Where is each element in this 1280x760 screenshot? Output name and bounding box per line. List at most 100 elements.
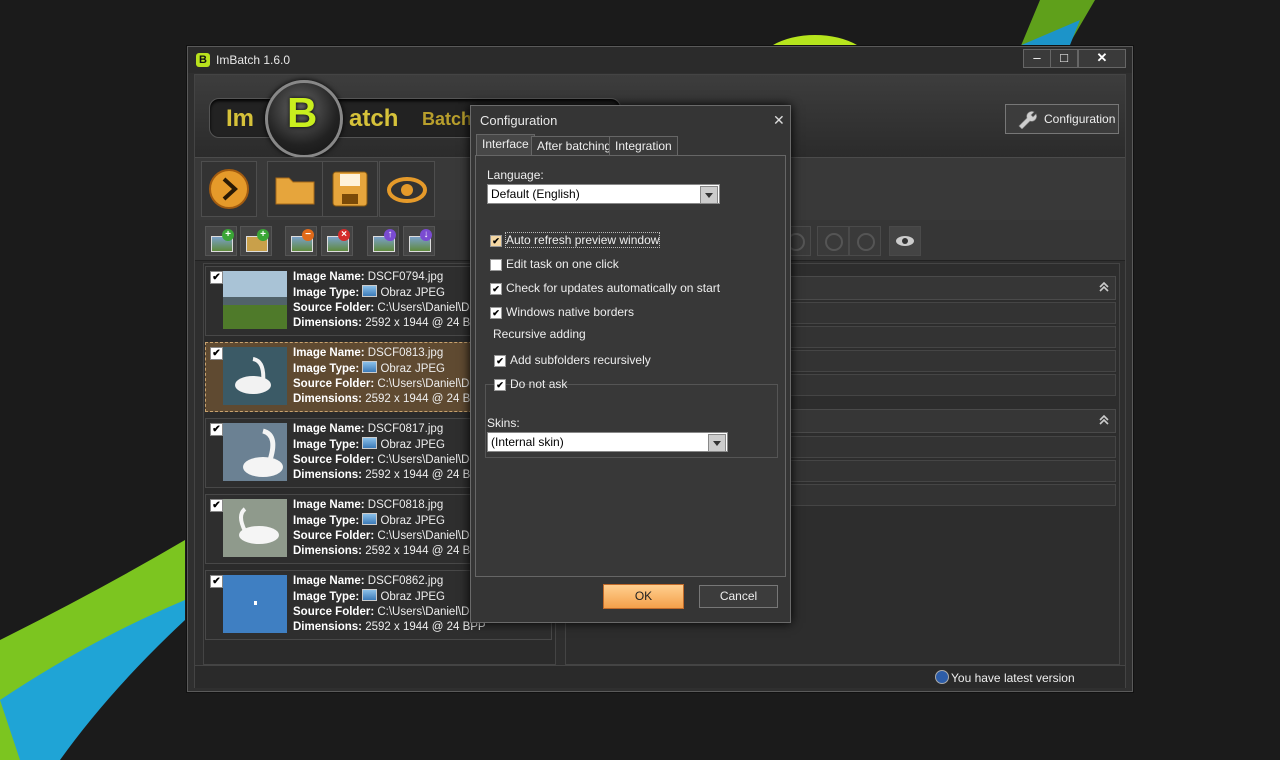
configuration-button-label: Configuration — [1044, 112, 1116, 126]
delete-icon: × — [338, 229, 350, 241]
cancel-button[interactable]: Cancel — [699, 585, 778, 608]
collapse-icon — [1099, 281, 1109, 292]
language-label: Language: — [487, 168, 544, 182]
tab-integration[interactable]: Integration — [609, 136, 678, 155]
add-image-button[interactable]: + — [205, 226, 237, 256]
plus-icon: + — [222, 229, 234, 241]
jpeg-file-icon — [362, 437, 378, 449]
image-thumbnail — [223, 423, 287, 481]
image-thumbnail — [223, 575, 287, 633]
remove-image-button[interactable]: − — [285, 226, 317, 256]
language-value: Default (English) — [491, 187, 580, 201]
checkbox-box[interactable]: ✔ — [490, 235, 502, 247]
logo-text-im: Im — [226, 105, 255, 132]
floppy-icon — [332, 171, 368, 207]
skins-value: (Internal skin) — [491, 435, 564, 449]
checkbox-box[interactable]: ✔ — [494, 379, 506, 391]
arrow-right-icon — [209, 169, 249, 209]
item-name: DSCF0817.jpg — [367, 423, 444, 435]
item-checkbox[interactable]: ✔ — [210, 423, 223, 436]
preview-button[interactable] — [379, 161, 435, 217]
disabled-up-icon — [825, 233, 843, 251]
title-bar[interactable]: B ImBatch 1.6.0 – □ ✕ — [188, 47, 1132, 73]
item-dimensions: 2592 x 1944 @ 24 BPP — [365, 393, 486, 405]
move-down-button[interactable]: ↓ — [403, 226, 435, 256]
open-task-button[interactable] — [267, 161, 323, 217]
save-task-button[interactable] — [322, 161, 378, 217]
item-type: Obraz JPEG — [380, 439, 446, 451]
arrow-up-icon: ↑ — [384, 229, 396, 241]
checkbox-box[interactable]: ✔ — [490, 307, 502, 319]
item-checkbox[interactable]: ✔ — [210, 271, 223, 284]
task-down-button[interactable] — [849, 226, 881, 256]
chevron-down-icon[interactable] — [708, 434, 726, 452]
checkbox-box[interactable]: ✔ — [490, 283, 502, 295]
info-icon — [935, 670, 949, 684]
remove-all-button[interactable]: × — [321, 226, 353, 256]
skins-select[interactable]: (Internal skin) — [487, 432, 728, 452]
item-dimensions: 2592 x 1944 @ 24 BPP — [365, 621, 486, 633]
task-preview-button[interactable] — [889, 226, 921, 256]
close-button[interactable]: ✕ — [1078, 49, 1126, 68]
item-type: Obraz JPEG — [380, 287, 446, 299]
item-checkbox[interactable]: ✔ — [210, 575, 223, 588]
app-icon: B — [196, 53, 210, 67]
arrow-down-icon: ↓ — [420, 229, 432, 241]
logo-text-atch: atch — [349, 105, 399, 132]
jpeg-file-icon — [362, 513, 378, 525]
tab-interface[interactable]: Interface — [476, 134, 535, 156]
minus-icon: − — [302, 229, 314, 241]
item-name: DSCF0862.jpg — [367, 575, 444, 587]
dialog-title: Configuration — [480, 113, 558, 128]
item-type: Obraz JPEG — [380, 591, 446, 603]
minimize-button[interactable]: – — [1023, 49, 1051, 68]
move-up-button[interactable]: ↑ — [367, 226, 399, 256]
item-dimensions: 2592 x 1944 @ 24 BPP — [365, 545, 486, 557]
logo-letter-b: B — [287, 89, 318, 136]
plus-icon: + — [257, 229, 269, 241]
checkbox-label: Auto refresh preview window — [504, 232, 661, 248]
jpeg-file-icon — [362, 361, 378, 373]
task-up-button[interactable] — [817, 226, 849, 256]
item-dimensions: 2592 x 1944 @ 24 BPP — [365, 317, 486, 329]
chevron-down-icon[interactable] — [700, 186, 718, 204]
language-select[interactable]: Default (English) — [487, 184, 720, 204]
item-checkbox[interactable]: ✔ — [210, 499, 223, 512]
ok-button[interactable]: OK — [603, 584, 684, 609]
wrench-icon — [1018, 111, 1037, 129]
dialog-close-button[interactable]: ✕ — [773, 112, 785, 129]
image-thumbnail — [223, 347, 287, 405]
item-checkbox[interactable]: ✔ — [210, 347, 223, 360]
run-batch-button[interactable] — [201, 161, 257, 217]
item-type: Obraz JPEG — [380, 363, 446, 375]
checkbox-label: Add subfolders recursively — [510, 353, 651, 367]
recursive-adding-title: Recursive adding — [490, 327, 589, 341]
interface-panel: Language: Default (English) ✔ Auto refre… — [475, 155, 786, 577]
jpeg-file-icon — [362, 285, 378, 297]
checkbox-label: Do not ask — [510, 377, 568, 391]
eye-icon — [387, 177, 427, 203]
checkbox-label: Edit task on one click — [506, 257, 619, 271]
item-dimensions: 2592 x 1944 @ 24 BPP — [365, 469, 486, 481]
image-thumbnail — [223, 271, 287, 329]
disabled-down-icon — [857, 233, 875, 251]
checkbox-box[interactable] — [490, 259, 502, 271]
checkbox-box[interactable]: ✔ — [494, 355, 506, 367]
checkbox-label: Check for updates automatically on start — [506, 281, 721, 295]
collapse-icon — [1099, 414, 1109, 425]
maximize-button[interactable]: □ — [1050, 49, 1078, 68]
skins-label: Skins: — [487, 416, 520, 430]
item-name: DSCF0813.jpg — [367, 347, 444, 359]
folder-icon — [275, 177, 315, 205]
jpeg-file-icon — [362, 589, 378, 601]
item-name: DSCF0818.jpg — [367, 499, 444, 511]
logo-text-batch: Batch — [422, 109, 473, 129]
status-text: You have latest version — [951, 671, 1075, 685]
configuration-button[interactable]: Configuration — [1005, 104, 1119, 134]
item-name: DSCF0794.jpg — [367, 271, 444, 283]
status-bar: You have latest version — [195, 665, 1125, 688]
image-thumbnail — [223, 499, 287, 557]
add-folder-button[interactable]: + — [240, 226, 272, 256]
item-type: Obraz JPEG — [380, 515, 446, 527]
tab-after-batching[interactable]: After batching — [531, 136, 618, 155]
